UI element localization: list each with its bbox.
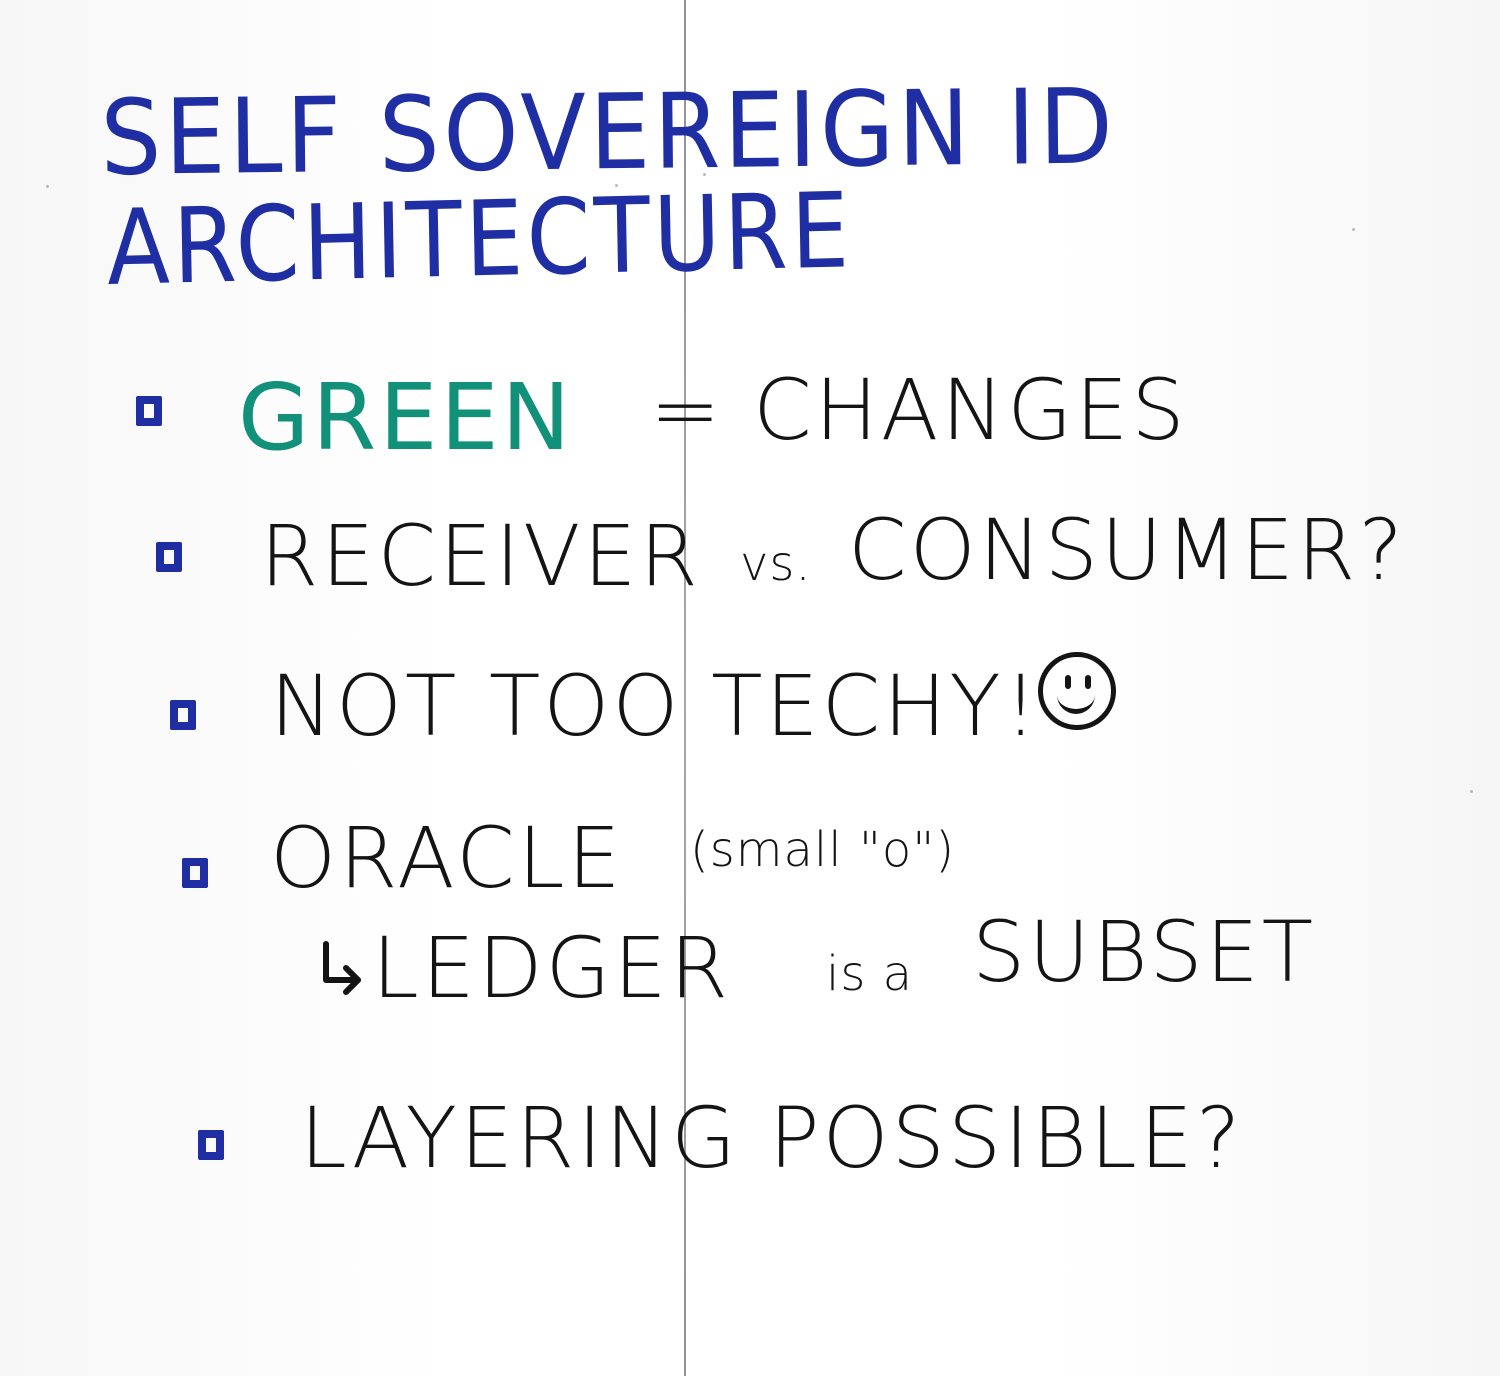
oracle-label: ORACLE bbox=[270, 809, 624, 907]
ledger-label: LEDGER bbox=[372, 919, 732, 1017]
consumer-label: CONSUMER? bbox=[848, 501, 1406, 599]
square-checkbox-icon bbox=[182, 858, 208, 888]
small-o-note: (small "o") bbox=[690, 822, 956, 878]
square-checkbox-icon bbox=[136, 396, 162, 426]
layering-possible-label: LAYERING POSSIBLE? bbox=[300, 1089, 1244, 1187]
receiver-label: RECEIVER bbox=[260, 507, 701, 605]
is-a-label: is a bbox=[826, 946, 914, 1002]
green-label: GREEN bbox=[238, 364, 574, 471]
whiteboard: SELF SOVEREIGN ID ARCHITECTURE GREEN = C… bbox=[0, 0, 1500, 1376]
changes-label: = CHANGES bbox=[650, 361, 1188, 459]
square-checkbox-icon bbox=[156, 542, 182, 572]
board-speck bbox=[1352, 228, 1355, 231]
title-line-2: ARCHITECTURE bbox=[105, 169, 854, 309]
smiley-mouth bbox=[1057, 687, 1095, 714]
not-too-techy-label: NOT TOO TECHY! bbox=[270, 657, 1041, 755]
title-line-1: SELF SOVEREIGN ID bbox=[99, 65, 1117, 199]
board-speck bbox=[46, 185, 49, 188]
return-arrow-icon bbox=[323, 941, 361, 995]
board-speck bbox=[1470, 790, 1473, 793]
subset-label: SUBSET bbox=[972, 903, 1317, 1001]
square-checkbox-icon bbox=[170, 700, 196, 730]
smiley-face-icon bbox=[1038, 652, 1116, 730]
versus-label: vs. bbox=[740, 536, 812, 592]
square-checkbox-icon bbox=[198, 1130, 224, 1160]
